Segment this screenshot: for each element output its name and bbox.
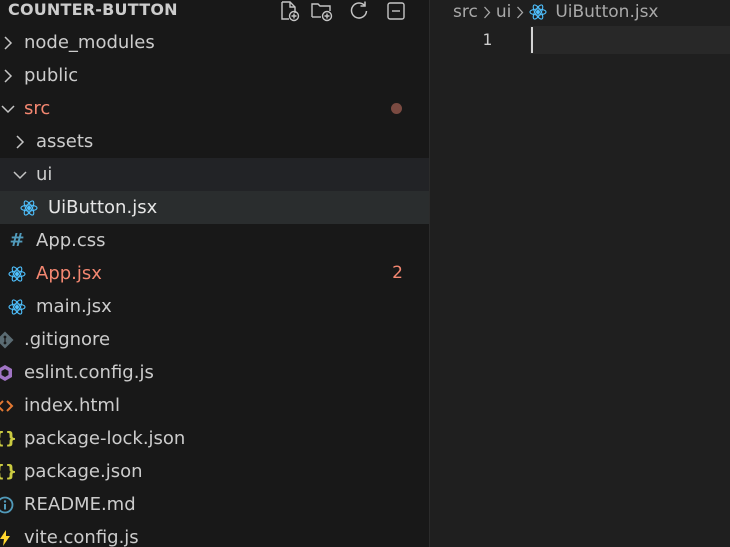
json-icon: {} xyxy=(0,461,18,482)
tree-item-label: index.html xyxy=(24,395,120,416)
text-cursor[interactable] xyxy=(531,27,533,53)
git-icon xyxy=(0,323,14,356)
tree-item-ui[interactable]: ui xyxy=(0,158,429,191)
tree-item-label: node_modules xyxy=(24,32,155,53)
explorer-panel: COUNTER-BUTTON node_modules public src a… xyxy=(0,0,430,547)
chevron-right-icon xyxy=(12,125,28,158)
tree-item-main-jsx[interactable]: main.jsx xyxy=(0,290,429,323)
info-icon xyxy=(0,488,14,521)
tree-item-readme-md[interactable]: README.md xyxy=(0,488,429,521)
tree-item-label: App.css xyxy=(36,230,106,251)
tree-item-label: assets xyxy=(36,131,94,152)
tree-item-label: package-lock.json xyxy=(24,428,186,449)
tree-item-label: vite.config.js xyxy=(24,527,139,547)
chevron-right-icon xyxy=(0,59,16,92)
tree-item-node-modules[interactable]: node_modules xyxy=(0,26,429,59)
tree-item-app-css[interactable]: # App.css xyxy=(0,224,429,257)
html-icon xyxy=(0,389,14,422)
breadcrumb-item[interactable]: src xyxy=(453,2,478,22)
explorer-header: COUNTER-BUTTON xyxy=(0,0,429,24)
chevron-down-icon xyxy=(0,92,16,125)
tree-item-label: package.json xyxy=(24,461,143,482)
collapse-all-icon[interactable] xyxy=(384,0,408,22)
line-number: 1 xyxy=(482,30,492,49)
tree-item-label: src xyxy=(24,98,51,119)
new-file-icon[interactable] xyxy=(277,0,301,22)
tree-item-gitignore[interactable]: .gitignore xyxy=(0,323,429,356)
modified-dot-icon xyxy=(391,103,402,114)
hash-icon: # xyxy=(9,230,25,251)
refresh-icon[interactable] xyxy=(347,0,371,22)
breadcrumb-item[interactable]: ui xyxy=(496,2,512,22)
tree-item-uibutton-jsx[interactable]: UiButton.jsx xyxy=(0,191,429,224)
react-icon xyxy=(529,3,547,21)
tree-item-public[interactable]: public xyxy=(0,59,429,92)
tree-item-package-json[interactable]: {} package.json xyxy=(0,455,429,488)
json-icon: {} xyxy=(0,428,18,449)
breadcrumb: src ui UiButton.jsx xyxy=(430,0,658,24)
new-folder-icon[interactable] xyxy=(310,0,334,22)
tree-item-eslint-config-js[interactable]: eslint.config.js xyxy=(0,356,429,389)
tree-item-vite-config-js[interactable]: vite.config.js xyxy=(0,521,429,547)
react-icon xyxy=(8,257,26,290)
react-icon xyxy=(20,191,38,224)
chevron-down-icon xyxy=(12,158,28,191)
tree-item-assets[interactable]: assets xyxy=(0,125,429,158)
react-icon xyxy=(8,290,26,323)
tree-item-index-html[interactable]: index.html xyxy=(0,389,429,422)
tree-item-label: UiButton.jsx xyxy=(48,197,158,218)
vite-icon xyxy=(0,521,14,547)
tree-item-label: main.jsx xyxy=(36,296,112,317)
project-title: COUNTER-BUTTON xyxy=(8,0,178,19)
tree-item-package-lock-json[interactable]: {} package-lock.json xyxy=(0,422,429,455)
problem-count-badge: 2 xyxy=(392,263,403,283)
tree-item-app-jsx[interactable]: App.jsx 2 xyxy=(0,257,429,290)
tree-item-src[interactable]: src xyxy=(0,92,429,125)
chevron-right-icon xyxy=(0,26,16,59)
editor-panel: src ui UiButton.jsx 1 xyxy=(430,0,730,547)
current-line-highlight xyxy=(530,26,730,54)
tree-item-label: eslint.config.js xyxy=(24,362,154,383)
tree-item-label: .gitignore xyxy=(24,329,111,350)
tree-item-label: README.md xyxy=(24,494,136,515)
chevron-right-icon xyxy=(483,6,491,19)
tree-item-label: App.jsx xyxy=(36,263,102,284)
breadcrumb-item[interactable]: UiButton.jsx xyxy=(555,2,658,22)
chevron-right-icon xyxy=(516,6,524,19)
tree-item-label: public xyxy=(24,65,79,86)
tree-item-label: ui xyxy=(36,164,53,185)
eslint-icon xyxy=(0,356,14,389)
